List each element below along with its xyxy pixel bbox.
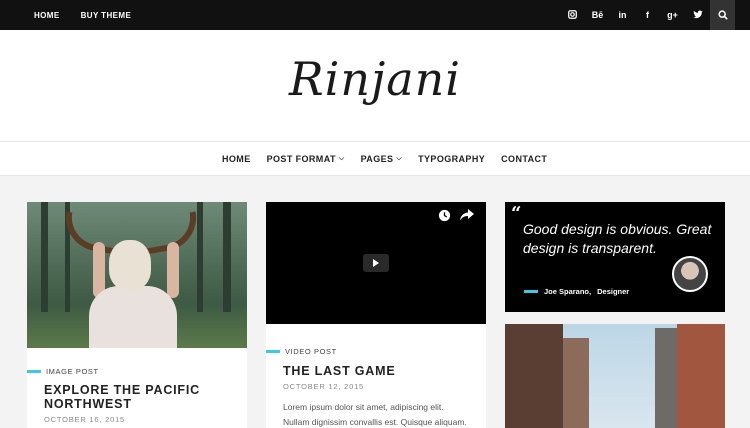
top-link-home[interactable]: HOME [34, 11, 60, 20]
post-thumbnail-street[interactable] [505, 324, 725, 428]
accent-bar [266, 350, 280, 353]
twitter-icon[interactable] [685, 9, 710, 21]
post-date: OCTOBER 12, 2015 [283, 382, 365, 391]
post-card-video: VIDEO POST THE LAST GAME OCTOBER 12, 201… [266, 202, 486, 428]
skull-mask [109, 240, 151, 290]
category-label: VIDEO POST [285, 347, 337, 356]
author-name: Joe Sparano, [544, 287, 592, 296]
linkedin-icon[interactable]: in [610, 10, 635, 20]
site-header: Rinjani [0, 30, 750, 142]
nav-item-pages[interactable]: PAGES ⌵ [361, 154, 403, 164]
chevron-down-icon: ⌵ [396, 155, 403, 162]
nav-item-label: POST FORMAT [266, 154, 336, 164]
search-icon [717, 10, 728, 20]
post-date: OCTOBER 16, 2015 [44, 415, 126, 424]
search-button[interactable] [710, 0, 735, 30]
post-thumbnail[interactable] [27, 202, 247, 348]
building-shape [563, 338, 589, 428]
nav-item-post-format[interactable]: POST FORMAT ⌵ [267, 154, 345, 164]
post-title[interactable]: EXPLORE THE PACIFIC NORTHWEST [44, 383, 234, 411]
author-role: Designer [597, 287, 630, 296]
top-links: HOME BUY THEME [34, 0, 131, 30]
video-player[interactable] [266, 202, 486, 324]
accent-bar [27, 370, 41, 373]
top-link-buy-theme[interactable]: BUY THEME [81, 11, 132, 20]
post-card-image: IMAGE POST EXPLORE THE PACIFIC NORTHWEST… [27, 202, 247, 428]
play-icon [373, 259, 379, 267]
accent-bar [524, 290, 538, 293]
building-shape [505, 324, 563, 428]
nav-item-label: PAGES [360, 154, 394, 164]
arm-right [167, 242, 179, 298]
play-button[interactable] [363, 254, 389, 272]
instagram-icon[interactable] [560, 9, 585, 21]
share-icon[interactable] [460, 209, 474, 224]
person-figure [89, 286, 177, 348]
building-shape [655, 328, 677, 428]
main-nav: HOME POST FORMAT ⌵ PAGES ⌵ TYPOGRAPHY CONT… [0, 142, 750, 176]
nav-item-label: TYPOGRAPHY [418, 154, 486, 164]
facebook-icon[interactable]: f [635, 10, 660, 20]
post-category[interactable]: VIDEO POST [266, 347, 337, 356]
top-bar: HOME BUY THEME Bē in f g+ [0, 0, 750, 30]
tree-shape [197, 202, 203, 312]
post-excerpt-line: Nullam dignissim convallis est. Quisque … [283, 417, 467, 427]
post-title[interactable]: THE LAST GAME [283, 364, 473, 378]
post-excerpt-line: Lorem ipsum dolor sit amet, adipiscing e… [283, 402, 444, 412]
nav-item-typography[interactable]: TYPOGRAPHY [418, 154, 485, 164]
nav-item-label: CONTACT [501, 154, 548, 164]
quote-author: Joe Sparano, Designer [524, 287, 629, 296]
behance-icon[interactable]: Bē [585, 10, 610, 20]
category-label: IMAGE POST [46, 367, 99, 376]
building-shape [677, 324, 725, 428]
site-logo[interactable]: Rinjani [0, 52, 750, 106]
nav-item-label: HOME [222, 154, 251, 164]
nav-item-contact[interactable]: CONTACT [501, 154, 547, 164]
quote-widget: “ Good design is obvious. Great design i… [505, 202, 725, 312]
tree-shape [41, 202, 48, 312]
nav-item-home[interactable]: HOME [222, 154, 251, 164]
tree-shape [223, 202, 231, 312]
google-plus-icon[interactable]: g+ [660, 10, 685, 20]
post-category[interactable]: IMAGE POST [27, 367, 99, 376]
quote-text: Good design is obvious. Great design is … [523, 221, 712, 256]
avatar [672, 256, 708, 292]
clock-icon[interactable] [438, 209, 451, 225]
chevron-down-icon: ⌵ [338, 155, 345, 162]
social-links: Bē in f g+ [560, 0, 710, 30]
quote-mark-icon: “ [511, 203, 522, 224]
